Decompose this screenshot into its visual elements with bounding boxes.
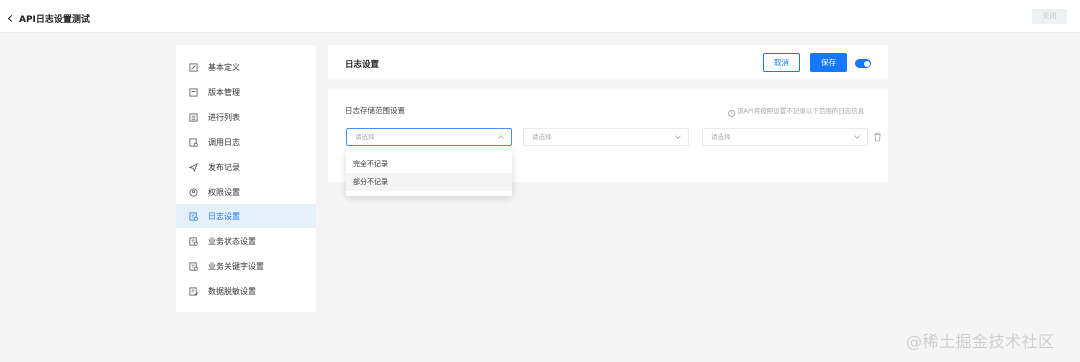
send-icon bbox=[189, 162, 198, 172]
sidebar-item-call-log[interactable]: 调用日志 bbox=[176, 130, 316, 154]
chevron-up-icon bbox=[498, 135, 504, 141]
section-title: 日志设置 bbox=[345, 60, 380, 70]
record-mode-select[interactable]: 请选择 bbox=[346, 128, 512, 146]
status-settings-icon bbox=[189, 236, 198, 246]
enable-toggle[interactable] bbox=[855, 59, 871, 68]
sidebar-item-business-keyword-settings[interactable]: 业务关键字设置 bbox=[176, 254, 316, 278]
list-icon bbox=[189, 112, 198, 122]
page-title: API日志设置测试 bbox=[19, 15, 90, 25]
desensitize-icon bbox=[189, 286, 198, 296]
chevron-left-icon bbox=[7, 14, 16, 23]
top-bar: API日志设置测试 关闭 bbox=[0, 0, 1080, 33]
keyword-settings-icon bbox=[189, 261, 198, 271]
back-button[interactable]: API日志设置测试 bbox=[7, 12, 90, 25]
watermark: @稀土掘金技术社区 bbox=[906, 332, 1055, 351]
save-button[interactable]: 保存 bbox=[810, 53, 847, 72]
sidebar-item-log-settings[interactable]: 日志设置 bbox=[176, 204, 316, 228]
sidebar-item-label: 基本定义 bbox=[208, 62, 240, 72]
sidebar-item-label: 业务状态设置 bbox=[208, 236, 256, 246]
sidebar-item-label: 调用日志 bbox=[208, 137, 240, 147]
permission-icon bbox=[189, 187, 198, 197]
trash-icon[interactable] bbox=[873, 132, 882, 142]
chevron-down-icon bbox=[675, 133, 681, 139]
sidebar-item-permission-settings[interactable]: 权限设置 bbox=[176, 180, 316, 204]
sidebar-item-version-management[interactable]: 版本管理 bbox=[176, 80, 316, 104]
sidebar-item-basic-definition[interactable]: 基本定义 bbox=[176, 55, 316, 79]
close-button[interactable]: 关闭 bbox=[1032, 9, 1067, 24]
hint-text: i 该API将按照设置不记录以下范围的日志信息 bbox=[728, 105, 864, 117]
dropdown-option-no-record[interactable]: 完全不记录 bbox=[346, 155, 512, 173]
sidebar-item-label: 日志设置 bbox=[208, 211, 240, 221]
log-icon bbox=[189, 137, 198, 147]
select-placeholder: 请选择 bbox=[532, 133, 552, 141]
settings-header-card: 日志设置 取消 保存 bbox=[328, 45, 888, 79]
sidebar-item-label: 权限设置 bbox=[208, 187, 240, 197]
range-select[interactable]: 请选择 bbox=[702, 128, 868, 146]
sidebar-item-label: 发布记录 bbox=[208, 162, 240, 172]
version-icon bbox=[189, 87, 198, 97]
info-icon: i bbox=[728, 110, 735, 117]
dropdown-option-partial-no-record[interactable]: 部分不记录 bbox=[346, 173, 512, 191]
log-range-label: 日志存储范围设置 bbox=[345, 106, 405, 115]
field-select[interactable]: 请选择 bbox=[523, 128, 689, 146]
sidebar-item-process-list[interactable]: 进行列表 bbox=[176, 105, 316, 129]
sidebar-item-release-record[interactable]: 发布记录 bbox=[176, 155, 316, 179]
record-mode-dropdown: 完全不记录 部分不记录 bbox=[346, 151, 512, 196]
select-placeholder: 请选择 bbox=[355, 133, 375, 141]
sidebar-item-label: 数据脱敏设置 bbox=[208, 286, 256, 296]
chevron-down-icon bbox=[854, 133, 860, 139]
log-settings-icon bbox=[189, 211, 198, 221]
sidebar-item-data-desensitization-settings[interactable]: 数据脱敏设置 bbox=[176, 279, 316, 303]
sidebar: 基本定义 版本管理 进行列表 调用日志 发布记录 权限设置 日志设置 业务状态设… bbox=[176, 45, 316, 312]
sidebar-item-label: 版本管理 bbox=[208, 87, 240, 97]
hint-label: 该API将按照设置不记录以下范围的日志信息 bbox=[737, 107, 865, 115]
edit-doc-icon bbox=[189, 62, 198, 72]
cancel-button[interactable]: 取消 bbox=[763, 53, 800, 72]
sidebar-item-label: 进行列表 bbox=[208, 112, 240, 122]
sidebar-item-label: 业务关键字设置 bbox=[208, 261, 264, 271]
select-placeholder: 请选择 bbox=[711, 133, 731, 141]
sidebar-item-business-status-settings[interactable]: 业务状态设置 bbox=[176, 229, 316, 253]
